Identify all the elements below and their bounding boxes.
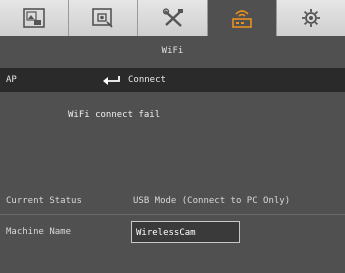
machine-name-field[interactable]: WirelessCam <box>131 221 240 243</box>
picture-in-picture-icon <box>23 8 45 28</box>
tab-bar <box>0 0 345 36</box>
status-message: WiFi connect fail <box>68 110 161 120</box>
gear-icon <box>301 9 320 27</box>
connect-label: Connect <box>128 75 166 85</box>
tab-setup[interactable] <box>276 0 345 36</box>
current-status-row: Current Status USB Mode (Connect to PC O… <box>0 190 345 212</box>
tab-camera-settings[interactable] <box>69 0 139 36</box>
enter-arrow-icon <box>103 76 120 85</box>
tab-wifi[interactable] <box>207 0 277 36</box>
current-status-value: USB Mode (Connect to PC Only) <box>133 196 291 206</box>
wifi-icon <box>231 10 252 28</box>
connect-button[interactable]: Connect <box>102 72 166 88</box>
divider <box>0 214 345 215</box>
current-status-label: Current Status <box>6 196 82 206</box>
ap-label: AP <box>6 75 17 85</box>
camera-settings-icon <box>92 8 113 28</box>
machine-name-label: Machine Name <box>6 227 72 237</box>
tab-tools[interactable] <box>138 0 208 36</box>
ap-row[interactable]: AP Connect <box>0 68 345 92</box>
machine-name-row: Machine Name WirelessCam <box>0 218 345 244</box>
page-title: WiFi <box>0 36 345 66</box>
tab-picture[interactable] <box>0 0 70 36</box>
tools-icon <box>162 8 183 27</box>
page-title-text: WiFi <box>161 46 184 56</box>
